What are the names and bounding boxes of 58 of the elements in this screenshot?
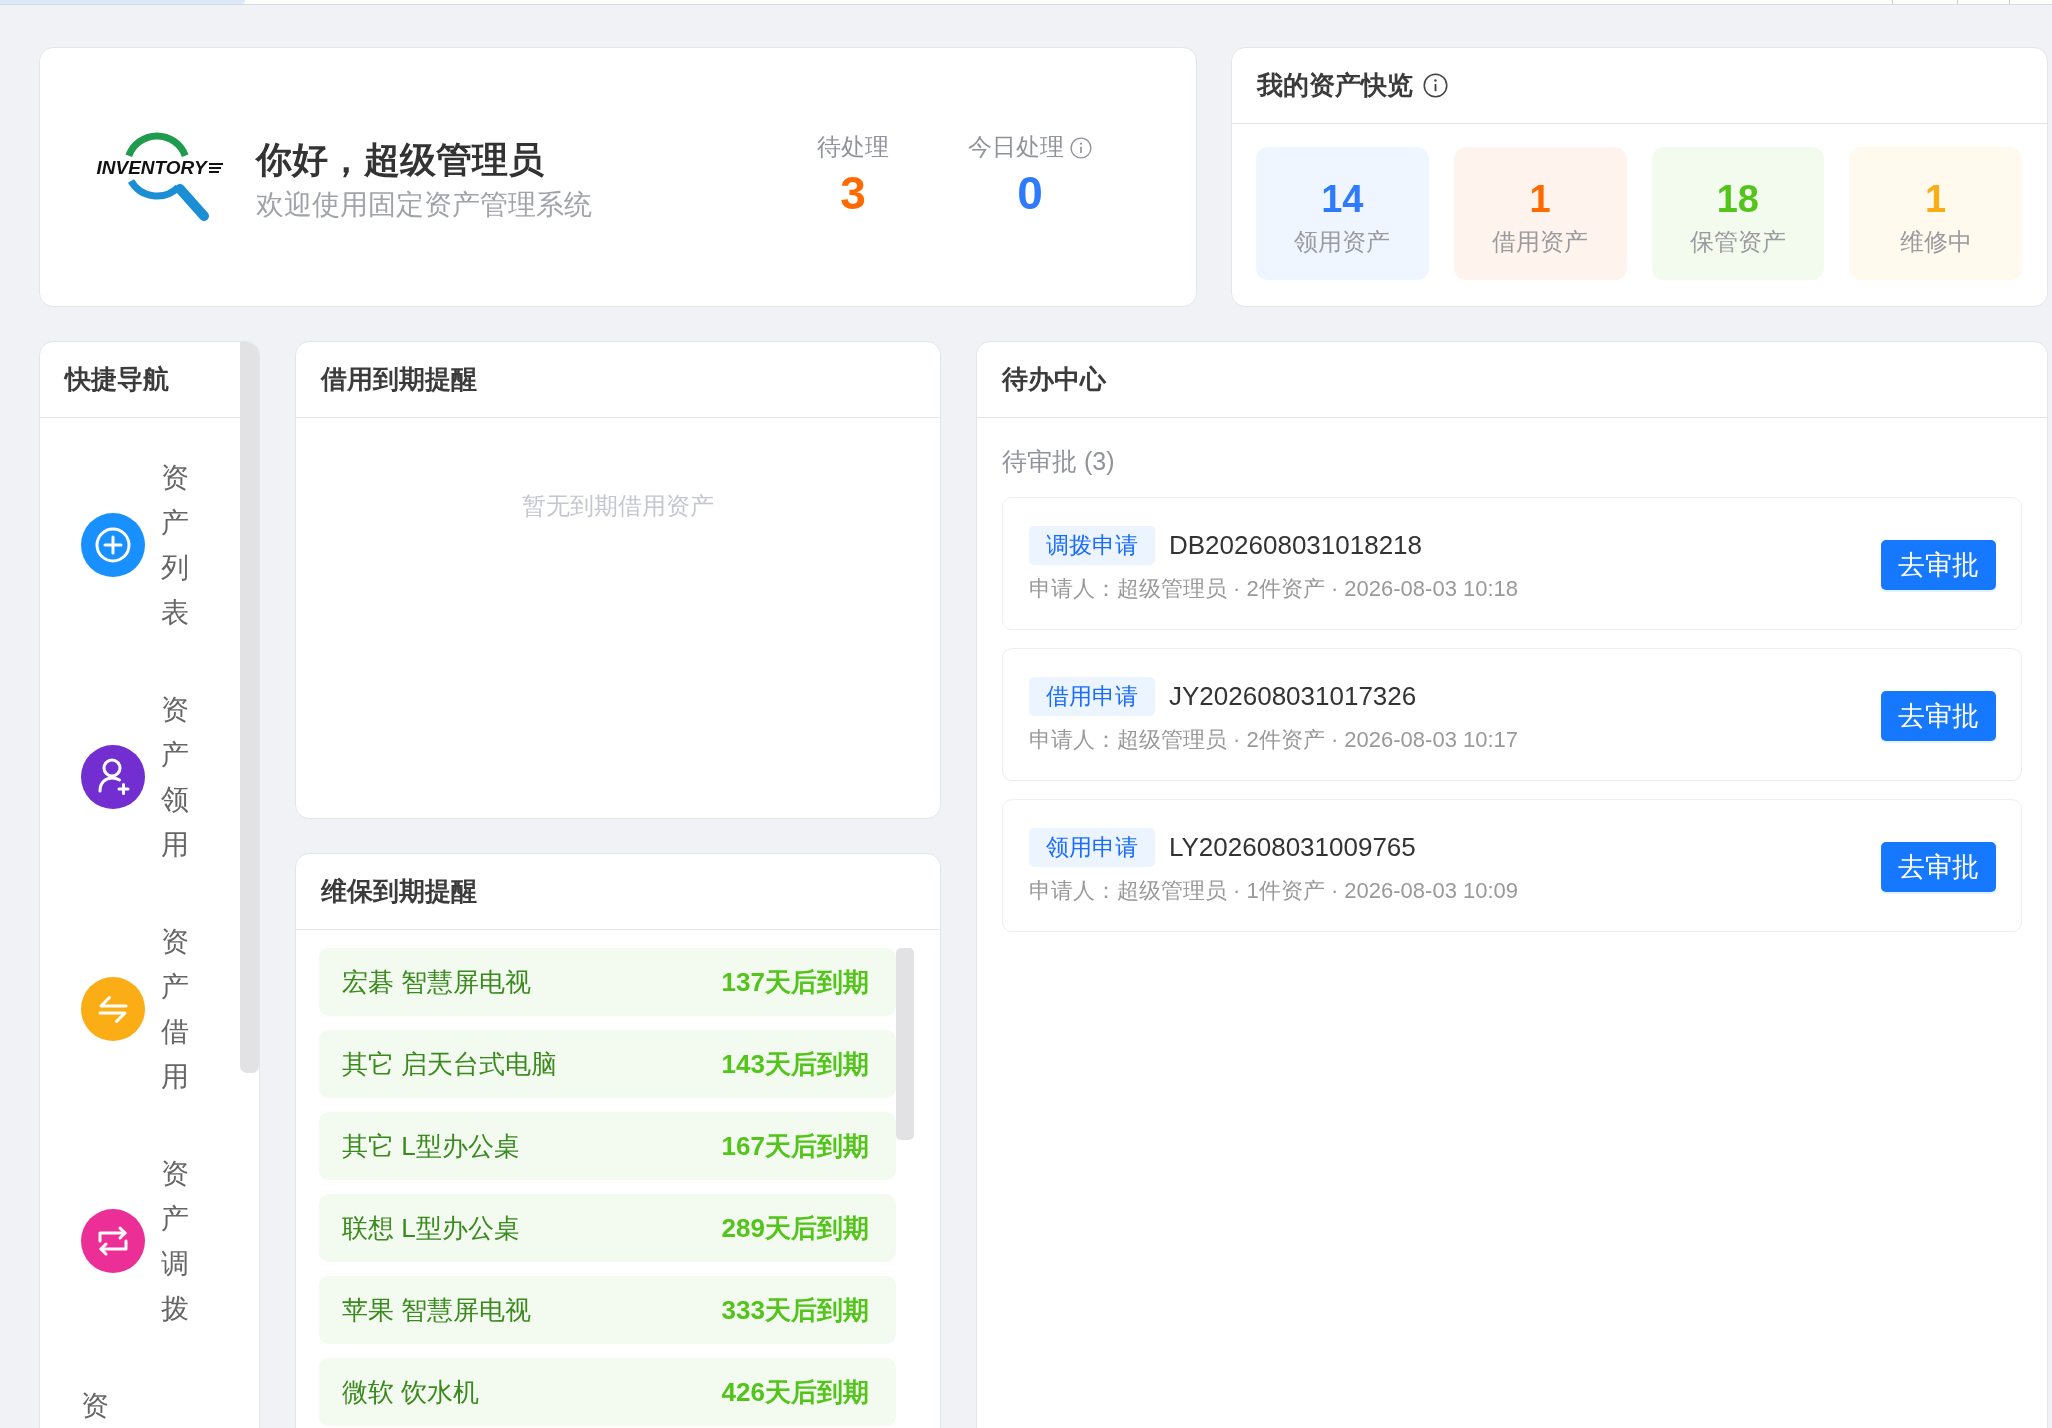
approve-button[interactable]: 去审批 xyxy=(1881,841,1996,892)
asset-name: 联想 L型办公桌 xyxy=(342,1211,520,1245)
quick-nav-link[interactable]: 资 xyxy=(81,1383,109,1428)
due-text: 167天后到期 xyxy=(721,1129,869,1163)
order-number: DB202608031018218 xyxy=(1169,530,1423,561)
scrollbar-thumb[interactable] xyxy=(896,948,914,1140)
tile-label: 借用资产 xyxy=(1492,227,1589,258)
greeting-text: 你好，超级管理员 xyxy=(256,137,545,182)
asset-name: 其它 L型办公桌 xyxy=(342,1129,520,1163)
tile-label: 保管资产 xyxy=(1689,227,1786,258)
asset-name: 其它 启天台式电脑 xyxy=(342,1047,558,1081)
tile-value: 14 xyxy=(1321,176,1364,222)
quick-nav-link[interactable]: 资产领用 xyxy=(81,687,189,867)
section-title: 待审批 (3) xyxy=(1002,446,1116,477)
due-text: 289天后到期 xyxy=(721,1211,869,1245)
stat-label: 今日处理 xyxy=(968,133,1064,163)
swap-arrows-icon[interactable] xyxy=(81,977,145,1041)
scrollbar-thumb[interactable] xyxy=(240,342,259,1073)
request-meta: 申请人：超级管理员 · 2件资产 · 2026-08-03 10:17 xyxy=(1029,726,1519,754)
tile-value: 1 xyxy=(1529,176,1551,222)
info-icon[interactable] xyxy=(1423,73,1448,98)
due-text: 143天后到期 xyxy=(721,1047,869,1081)
empty-message: 暂无到期借用资产 xyxy=(522,491,714,521)
type-tag: 调拨申请 xyxy=(1029,526,1155,565)
approve-button[interactable]: 去审批 xyxy=(1881,539,1996,590)
due-text: 426天后到期 xyxy=(721,1375,869,1409)
request-meta: 申请人：超级管理员 · 1件资产 · 2026-08-03 10:09 xyxy=(1029,877,1519,905)
card-title: 维保到期提醒 xyxy=(321,875,477,908)
asset-name: 苹果 智慧屏电视 xyxy=(342,1293,532,1327)
due-text: 137天后到期 xyxy=(721,965,869,999)
card-title: 借用到期提醒 xyxy=(321,363,477,396)
due-text: 333天后到期 xyxy=(721,1293,869,1327)
card-title: 待办中心 xyxy=(1002,363,1106,396)
card-title: 我的资产快览 xyxy=(1257,69,1413,102)
add-user-icon[interactable] xyxy=(81,745,145,809)
order-number: JY202608031017326 xyxy=(1169,681,1417,712)
asset-name: 宏碁 智慧屏电视 xyxy=(342,965,532,999)
welcome-subtitle: 欢迎使用固定资产管理系统 xyxy=(256,187,592,222)
stat-number: 3 xyxy=(840,168,866,219)
tile-label: 维修中 xyxy=(1899,227,1972,258)
quick-nav-link[interactable]: 资产列表 xyxy=(81,455,189,635)
approve-button[interactable]: 去审批 xyxy=(1881,690,1996,741)
asset-name: 微软 饮水机 xyxy=(342,1375,480,1409)
request-meta: 申请人：超级管理员 · 2件资产 · 2026-08-03 10:18 xyxy=(1029,575,1519,603)
quick-nav-link[interactable]: 资产借用 xyxy=(81,919,189,1099)
type-tag: 领用申请 xyxy=(1029,828,1155,867)
tile-value: 18 xyxy=(1716,176,1759,222)
tile-label: 领用资产 xyxy=(1294,227,1391,258)
plus-circle-icon[interactable] xyxy=(81,513,145,577)
app-logo: INVENTORY xyxy=(96,132,224,222)
repeat-arrows-icon[interactable] xyxy=(81,1209,145,1273)
type-tag: 借用申请 xyxy=(1029,677,1155,716)
order-number: LY202608031009765 xyxy=(1169,832,1416,863)
card-title: 快捷导航 xyxy=(65,363,169,396)
stat-label: 待处理 xyxy=(817,133,889,163)
stat-number: 0 xyxy=(1017,168,1043,219)
tile-value: 1 xyxy=(1925,176,1947,222)
quick-nav-link[interactable]: 资产调拨 xyxy=(81,1151,189,1331)
